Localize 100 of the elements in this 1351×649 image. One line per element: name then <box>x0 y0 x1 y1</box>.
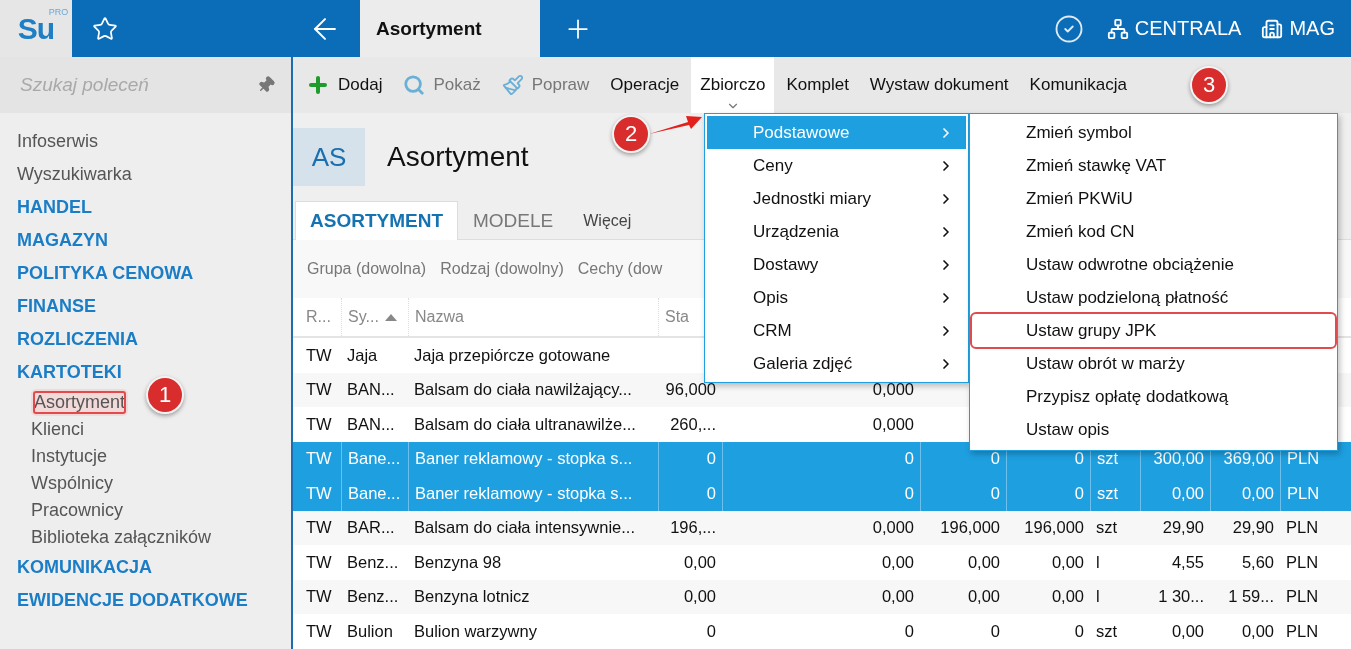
table-cell-text: Benz... <box>346 551 400 573</box>
table-cell-text: 0,000 <box>871 413 915 435</box>
filter-dropdown[interactable]: Grupa (dowolna) <box>307 260 427 278</box>
table-cell-text: 5,60 <box>1240 551 1275 573</box>
table-cell-text: 29,90 <box>1161 517 1205 539</box>
table-cell-text: 0,00 <box>966 586 1001 608</box>
table-cell-text: Benz... <box>346 586 400 608</box>
toolbar-button[interactable]: Zbiorczo <box>691 57 775 113</box>
menu-item[interactable]: Dostawy <box>707 248 966 281</box>
sidebar-group[interactable]: ROZLICZENIA <box>17 323 138 356</box>
tab[interactable]: ASORTYMENT <box>295 201 458 240</box>
table-cell-text: 0 <box>903 620 915 642</box>
table-cell-text: BAN... <box>346 379 396 401</box>
table-cell-text: 1 59... <box>1227 586 1275 608</box>
table-cell-text: PLN <box>1285 620 1320 642</box>
menu-item[interactable]: Zmień PKWiU <box>972 182 1335 215</box>
company-button[interactable]: CENTRALA <box>1096 0 1252 57</box>
table-row[interactable]: TW Benz... Benzyna lotnicz 0,00 0,00 0,00 0,00 l 1 30... 1 59... PLN <box>293 579 1351 614</box>
table-cell-text: Balsam do ciała ultranawilże... <box>413 413 637 435</box>
sidebar-item[interactable]: Instytucje <box>31 443 108 470</box>
table-cell-text: 196,000 <box>939 517 1001 539</box>
table-cell-text: 0,00 <box>1240 620 1275 642</box>
tab[interactable]: MODELE <box>458 201 569 240</box>
column-header[interactable]: Sy... <box>341 298 408 336</box>
sidebar-item[interactable]: Pracownicy <box>31 497 124 524</box>
menu-item[interactable]: Zmień kod CN <box>972 215 1335 248</box>
menu-item[interactable]: Urządzenia <box>707 215 966 248</box>
sidebar-group[interactable]: MAGAZYN <box>17 224 108 257</box>
column-header[interactable]: Nazwa <box>408 298 658 336</box>
table-cell-text: BAR... <box>346 517 396 539</box>
menu-item[interactable]: Zmień stawkę VAT <box>972 149 1335 182</box>
sidebar-item[interactable]: Wyszukiwarka <box>17 158 132 191</box>
document-tab[interactable]: Asortyment <box>360 0 540 57</box>
table-cell-text: Bulion <box>346 620 394 642</box>
menu-item[interactable]: Ceny <box>707 149 966 182</box>
sidebar-group[interactable]: POLITYKA CENOWA <box>17 257 194 290</box>
table-cell-text: 0,00 <box>880 586 915 608</box>
table-cell: Baner reklamowy - stopka s... <box>408 476 658 511</box>
table-cell-text: 0,00 <box>1050 586 1085 608</box>
menu-item[interactable]: Jednostki miary <box>707 182 966 215</box>
sort-icon <box>384 313 397 321</box>
table-cell-text: 29,90 <box>1231 517 1275 539</box>
toolbar-button[interactable]: Wystaw dokument <box>868 57 1010 113</box>
page-title: Asortyment <box>387 141 529 173</box>
sidebar-group[interactable]: KOMUNIKACJA <box>17 551 152 584</box>
table-cell-text: TW <box>305 448 333 470</box>
table-cell-text: TW <box>305 551 333 573</box>
table-cell-text: 0,00 <box>682 551 717 573</box>
menu-item[interactable]: Zmień symbol <box>972 116 1335 149</box>
sidebar-group[interactable]: EWIDENCJE DODATKOWE <box>17 584 248 617</box>
table-cell-text: Jaja przepiórcze gotowane <box>413 344 612 366</box>
table-cell-text: TW <box>305 620 333 642</box>
table-cell-text: 196,000 <box>1023 517 1085 539</box>
table-cell-text: TW <box>305 482 333 504</box>
search-field[interactable]: Szukaj poleceń <box>18 73 257 97</box>
column-header[interactable]: R... <box>300 298 341 336</box>
logo-label: PRO <box>48 6 69 17</box>
sidebar-item[interactable]: Infoserwis <box>17 125 99 158</box>
brush-icon <box>501 74 524 96</box>
table-cell-text: BAN... <box>346 413 396 435</box>
check-circle-icon <box>1053 13 1084 44</box>
table-cell-text: Benzyna 98 <box>413 551 503 573</box>
sidebar-item[interactable]: Asortyment <box>31 389 129 416</box>
network-icon <box>1106 17 1129 40</box>
table-cell-text: l <box>1095 551 1101 573</box>
sidebar-group[interactable]: FINANSE <box>17 290 96 323</box>
table-cell-text: PLN <box>1285 551 1320 573</box>
menu-item[interactable]: Ustaw podzieloną płatność <box>972 281 1335 314</box>
filter-dropdown[interactable]: Rodzaj (dowolny) <box>440 260 564 278</box>
sidebar-item[interactable]: Klienci <box>31 416 85 443</box>
sidebar-item[interactable]: Biblioteka załączników <box>31 524 212 551</box>
table-cell-text: Benzyna lotnicz <box>413 586 531 608</box>
table-row[interactable]: TW BAR... Balsam do ciała intensywnie... 196,... 0,000 196,000 196,000 szt 29,90 29,90 PLN <box>293 510 1351 545</box>
table-cell-text: 196,... <box>669 517 717 539</box>
warehouse-button[interactable]: MAG <box>1251 0 1351 57</box>
table-cell: PLN <box>1280 476 1351 511</box>
tab[interactable]: Więcej <box>568 201 647 240</box>
sidebar-group[interactable]: HANDEL <box>17 191 92 224</box>
table-cell-text: 0,00 <box>1170 620 1205 642</box>
table-cell: Bane... <box>341 476 408 511</box>
search-box[interactable]: Szukaj poleceń <box>0 57 291 113</box>
table-cell-text: 0,00 <box>880 551 915 573</box>
toolbar-button[interactable]: Komunikacja <box>1028 57 1128 113</box>
toolbar-button[interactable]: Operacje <box>609 57 681 113</box>
table-cell-text: l <box>1095 586 1101 608</box>
sidebar-group[interactable]: KARTOTEKI <box>17 356 122 389</box>
table-cell-text: TW <box>305 586 333 608</box>
building-icon <box>1261 17 1284 40</box>
menu-item[interactable]: Ustaw grupy JPK <box>972 314 1335 347</box>
table-cell-text: TW <box>305 344 333 366</box>
table-cell-text: Balsam do ciała intensywnie... <box>413 517 637 539</box>
toolbar-button[interactable]: Dodaj <box>305 57 384 113</box>
table-cell: 0 <box>658 476 722 511</box>
filter-dropdown[interactable]: Cechy (dow <box>577 260 663 278</box>
menu-item[interactable]: Ustaw odwrotne obciążenie <box>972 248 1335 281</box>
toolbar-button[interactable]: Komplet <box>785 57 850 113</box>
sidebar-item[interactable]: Wspólnicy <box>31 470 114 497</box>
table-cell: 0 <box>1006 476 1090 511</box>
table-cell-text: szt <box>1095 517 1119 539</box>
table-cell-text: 96,000 <box>664 379 717 401</box>
